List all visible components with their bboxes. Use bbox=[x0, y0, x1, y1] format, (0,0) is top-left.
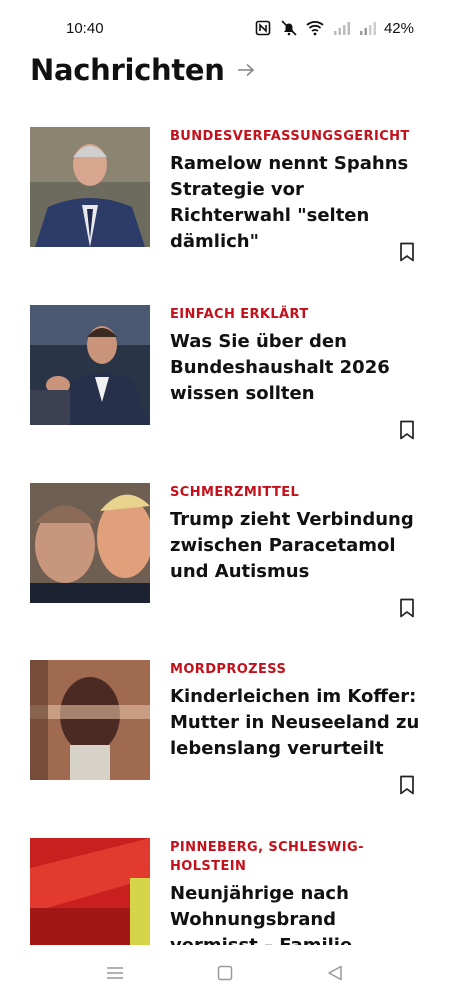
article-thumbnail[interactable] bbox=[30, 483, 150, 603]
article-text: EINFACH ERKLÄRT Was Sie über den Bundesh… bbox=[170, 305, 420, 407]
bookmark-icon[interactable] bbox=[398, 597, 416, 619]
nfc-icon bbox=[254, 19, 272, 37]
wifi-icon bbox=[306, 19, 324, 37]
article-text: BUNDESVERFASSUNGSGERICHT Ramelow nennt S… bbox=[170, 127, 420, 255]
article-thumbnail[interactable] bbox=[30, 127, 150, 247]
article-headline[interactable]: Neunjährige nach Wohnungsbrand vermisst … bbox=[170, 881, 420, 945]
article-headline[interactable]: Ramelow nennt Spahns Strategie vor Richt… bbox=[170, 151, 420, 255]
article-card[interactable]: EINFACH ERKLÄRT Was Sie über den Bundesh… bbox=[30, 305, 420, 455]
signal-icon bbox=[358, 19, 376, 37]
bookmark-icon[interactable] bbox=[398, 774, 416, 796]
article-text: MORDPROZESS Kinderleichen im Koffer: Mut… bbox=[170, 660, 420, 762]
system-nav-bar bbox=[0, 946, 450, 1000]
news-feed[interactable]: BUNDESVERFASSUNGSGERICHT Ramelow nennt S… bbox=[0, 127, 450, 945]
article-headline[interactable]: Kinderleichen im Koffer: Mutter in Neuse… bbox=[170, 684, 420, 762]
bookmark-icon[interactable] bbox=[398, 419, 416, 441]
arrow-right-icon[interactable] bbox=[237, 60, 257, 80]
article-headline[interactable]: Was Sie über den Bundeshaushalt 2026 wis… bbox=[170, 329, 420, 407]
article-thumbnail[interactable] bbox=[30, 660, 150, 780]
status-time: 10:40 bbox=[66, 19, 104, 37]
article-kicker: MORDPROZESS bbox=[170, 662, 287, 677]
mute-icon bbox=[280, 19, 298, 37]
menu-icon[interactable] bbox=[102, 960, 128, 986]
status-icons: 42% bbox=[254, 19, 414, 37]
article-text: SCHMERZMITTEL Trump zieht Verbindung zwi… bbox=[170, 483, 420, 585]
status-bar: 10:40 42% bbox=[0, 0, 450, 56]
back-icon[interactable] bbox=[322, 960, 348, 986]
home-icon[interactable] bbox=[212, 960, 238, 986]
article-thumbnail[interactable] bbox=[30, 305, 150, 425]
article-card[interactable]: BUNDESVERFASSUNGSGERICHT Ramelow nennt S… bbox=[30, 127, 420, 277]
article-kicker: EINFACH ERKLÄRT bbox=[170, 307, 309, 322]
article-card[interactable]: MORDPROZESS Kinderleichen im Koffer: Mut… bbox=[30, 660, 420, 810]
article-card[interactable]: SCHMERZMITTEL Trump zieht Verbindung zwi… bbox=[30, 483, 420, 633]
article-thumbnail[interactable] bbox=[30, 838, 150, 945]
signal-icon bbox=[332, 19, 350, 37]
page-title: Nachrichten bbox=[30, 53, 225, 87]
article-kicker: PINNEBERG, SCHLESWIG-HOLSTEIN bbox=[170, 840, 364, 874]
article-card[interactable]: PINNEBERG, SCHLESWIG-HOLSTEIN Neunjährig… bbox=[30, 838, 420, 945]
article-text: PINNEBERG, SCHLESWIG-HOLSTEIN Neunjährig… bbox=[170, 838, 420, 945]
battery-level: 42% bbox=[383, 19, 414, 37]
article-kicker: BUNDESVERFASSUNGSGERICHT bbox=[170, 129, 410, 144]
article-headline[interactable]: Trump zieht Verbindung zwischen Paraceta… bbox=[170, 507, 420, 585]
section-header[interactable]: Nachrichten bbox=[30, 52, 257, 88]
article-kicker: SCHMERZMITTEL bbox=[170, 485, 300, 500]
bookmark-icon[interactable] bbox=[398, 241, 416, 263]
